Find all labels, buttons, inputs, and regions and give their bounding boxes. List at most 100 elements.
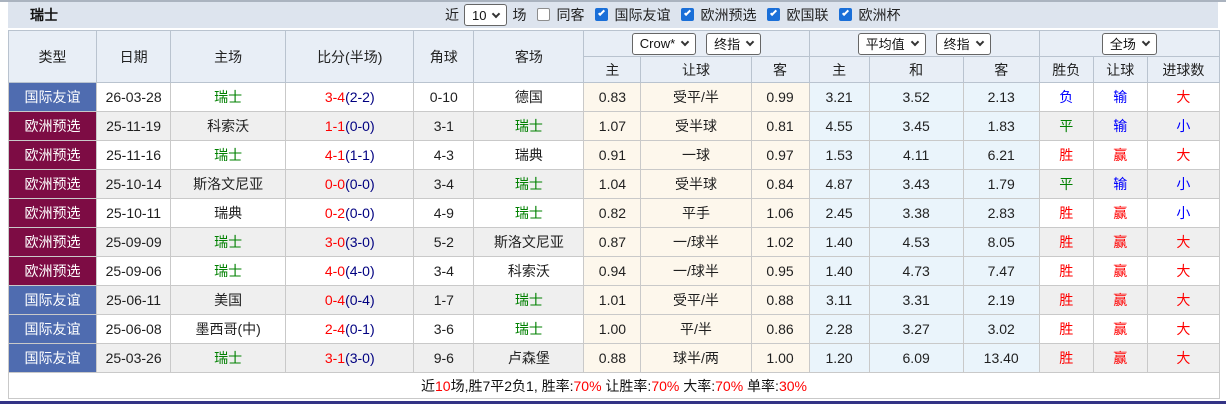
- europe-final-select[interactable]: 终指: [935, 32, 991, 55]
- handicap-away-odds-cell: 0.81: [750, 111, 810, 141]
- handicap-home-odds-cell: 0.82: [583, 198, 642, 228]
- score-cell: 4-1(1-1): [285, 140, 415, 170]
- score-cell: 3-1(3-0): [285, 343, 415, 373]
- outcome-cell: 平: [1038, 111, 1094, 141]
- europe-home-odds-cell: 2.45: [808, 198, 870, 228]
- europe-away-odds-cell: 13.40: [962, 343, 1040, 373]
- europe-home-odds-cell: 1.53: [808, 140, 870, 170]
- recent-count-select[interactable]: 10: [464, 4, 508, 26]
- handicap-outcome-cell: 输: [1092, 82, 1148, 112]
- summary-text-segment: 场,胜7平2负1, 胜率:: [450, 377, 574, 394]
- bookmaker-group-header: Crow* 终指: [583, 30, 810, 57]
- col-header-ah-home: 主: [583, 56, 642, 83]
- match-history-table: 类型 日期 主场 比分(半场) 角球 客场 Crow* 终指 平均值 终指 全场: [7, 30, 1221, 399]
- match-row: 欧洲预选 25-11-16 瑞士 4-1(1-1) 4-3 瑞典 0.91 一球 0.97 1.5…: [7, 140, 1221, 170]
- handicap-final-select[interactable]: 终指: [706, 32, 762, 55]
- date-cell: 25-09-09: [96, 227, 172, 257]
- league-nations-league-checkbox[interactable]: [767, 7, 781, 21]
- full-time-score: 3-0: [324, 234, 346, 250]
- home-team-cell: 瑞士: [170, 227, 287, 257]
- outcome-cell: 胜: [1038, 343, 1094, 373]
- league-type-cell: 欧洲预选: [7, 198, 98, 228]
- match-rows: 国际友谊 26-03-28 瑞士 3-4(2-2) 0-10 德国 0.83 受平/半 0.99…: [7, 82, 1221, 373]
- europe-draw-odds-cell: 3.45: [868, 111, 964, 141]
- match-row: 国际友谊 26-03-28 瑞士 3-4(2-2) 0-10 德国 0.83 受平/半 0.99…: [7, 82, 1221, 112]
- handicap-away-odds-cell: 0.99: [750, 82, 810, 112]
- handicap-home-odds-cell: 1.04: [583, 169, 642, 199]
- score-cell: 3-4(2-2): [285, 82, 415, 112]
- half-time-score: (3-0): [345, 350, 375, 366]
- check-icon: [598, 8, 606, 16]
- match-row: 欧洲预选 25-09-06 瑞士 4-0(4-0) 3-4 科索沃 0.94 一/球半 0.95…: [7, 256, 1221, 286]
- bottom-divider: [0, 401, 1226, 404]
- away-team-cell: 卢森堡: [473, 343, 585, 373]
- date-cell: 25-03-26: [96, 343, 172, 373]
- away-team-cell: 斯洛文尼亚: [473, 227, 585, 257]
- goals-outcome-cell: 大: [1146, 343, 1221, 373]
- score-cell: 2-4(0-1): [285, 314, 415, 344]
- full-time-score: 4-0: [324, 263, 346, 279]
- team-header-bar: 瑞士 近 10 场 同客 国际友谊 欧洲预选 欧国联 欧洲杯: [8, 2, 1218, 30]
- scope-select[interactable]: 全场: [1101, 32, 1157, 55]
- outcome-cell: 胜: [1038, 314, 1094, 344]
- handicap-home-odds-cell: 0.94: [583, 256, 642, 286]
- europe-draw-odds-cell: 4.11: [868, 140, 964, 170]
- col-header-eu-home: 主: [808, 56, 870, 83]
- handicap-line-cell: 受平/半: [640, 82, 752, 112]
- handicap-line-cell: 球半/两: [640, 343, 752, 373]
- col-header-ah-outcome: 让球: [1092, 56, 1148, 83]
- same-away-checkbox[interactable]: [537, 7, 551, 21]
- full-time-score: 3-4: [324, 89, 346, 105]
- europe-draw-odds-cell: 4.53: [868, 227, 964, 257]
- half-time-score: (0-0): [345, 118, 375, 134]
- chevron-down-icon: [745, 37, 755, 47]
- chevron-down-icon: [975, 37, 984, 47]
- league-friendly-checkbox[interactable]: [595, 7, 609, 21]
- half-time-score: (4-0): [345, 263, 375, 279]
- chevron-down-icon: [910, 37, 919, 47]
- handicap-outcome-cell: 赢: [1092, 285, 1148, 315]
- europe-away-odds-cell: 1.83: [962, 111, 1040, 141]
- goals-outcome-cell: 大: [1146, 227, 1221, 257]
- outcome-cell: 负: [1038, 82, 1094, 112]
- europe-away-odds-cell: 2.19: [962, 285, 1040, 315]
- league-type-cell: 欧洲预选: [7, 169, 98, 199]
- outcome-cell: 胜: [1038, 227, 1094, 257]
- league-euro-cup-checkbox[interactable]: [839, 7, 853, 21]
- europe-away-odds-cell: 8.05: [962, 227, 1040, 257]
- date-cell: 25-10-14: [96, 169, 172, 199]
- handicap-home-odds-cell: 1.07: [583, 111, 642, 141]
- handicap-away-odds-cell: 0.88: [750, 285, 810, 315]
- home-team-cell: 美国: [170, 285, 287, 315]
- half-time-score: (1-1): [345, 147, 375, 163]
- europe-avg-select[interactable]: 平均值: [857, 32, 926, 55]
- bookmaker-select[interactable]: Crow*: [631, 32, 697, 55]
- handicap-line-cell: 一/球半: [640, 227, 752, 257]
- away-team-cell: 瑞典: [473, 140, 585, 170]
- away-team-cell: 瑞士: [473, 314, 585, 344]
- handicap-line-cell: 受半球: [640, 111, 752, 141]
- half-time-score: (0-4): [345, 292, 375, 308]
- summary-text: 近10场,胜7平2负1, 胜率:70% 让胜率:70% 大率:70% 单率:30…: [421, 378, 807, 394]
- handicap-outcome-cell: 赢: [1092, 140, 1148, 170]
- col-header-ah-away: 客: [750, 56, 810, 83]
- europe-away-odds-cell: 2.83: [962, 198, 1040, 228]
- europe-draw-odds-cell: 3.43: [868, 169, 964, 199]
- col-header-type: 类型: [7, 30, 98, 83]
- chevron-down-icon: [492, 9, 501, 18]
- league-type-cell: 欧洲预选: [7, 227, 98, 257]
- europe-draw-odds-cell: 4.73: [868, 256, 964, 286]
- full-time-score: 4-1: [324, 147, 346, 163]
- europe-draw-odds-cell: 3.27: [868, 314, 964, 344]
- corner-cell: 3-1: [413, 111, 475, 141]
- league-euro-qualifier-checkbox[interactable]: [681, 7, 695, 21]
- europe-away-odds-cell: 2.13: [962, 82, 1040, 112]
- handicap-home-odds-cell: 0.88: [583, 343, 642, 373]
- league-type-cell: 欧洲预选: [7, 111, 98, 141]
- handicap-away-odds-cell: 0.84: [750, 169, 810, 199]
- match-row: 欧洲预选 25-09-09 瑞士 3-0(3-0) 5-2 斯洛文尼亚 0.87 一/球半 1.…: [7, 227, 1221, 257]
- handicap-outcome-cell: 赢: [1092, 227, 1148, 257]
- handicap-outcome-cell: 赢: [1092, 343, 1148, 373]
- score-cell: 4-0(4-0): [285, 256, 415, 286]
- handicap-line-cell: 平手: [640, 198, 752, 228]
